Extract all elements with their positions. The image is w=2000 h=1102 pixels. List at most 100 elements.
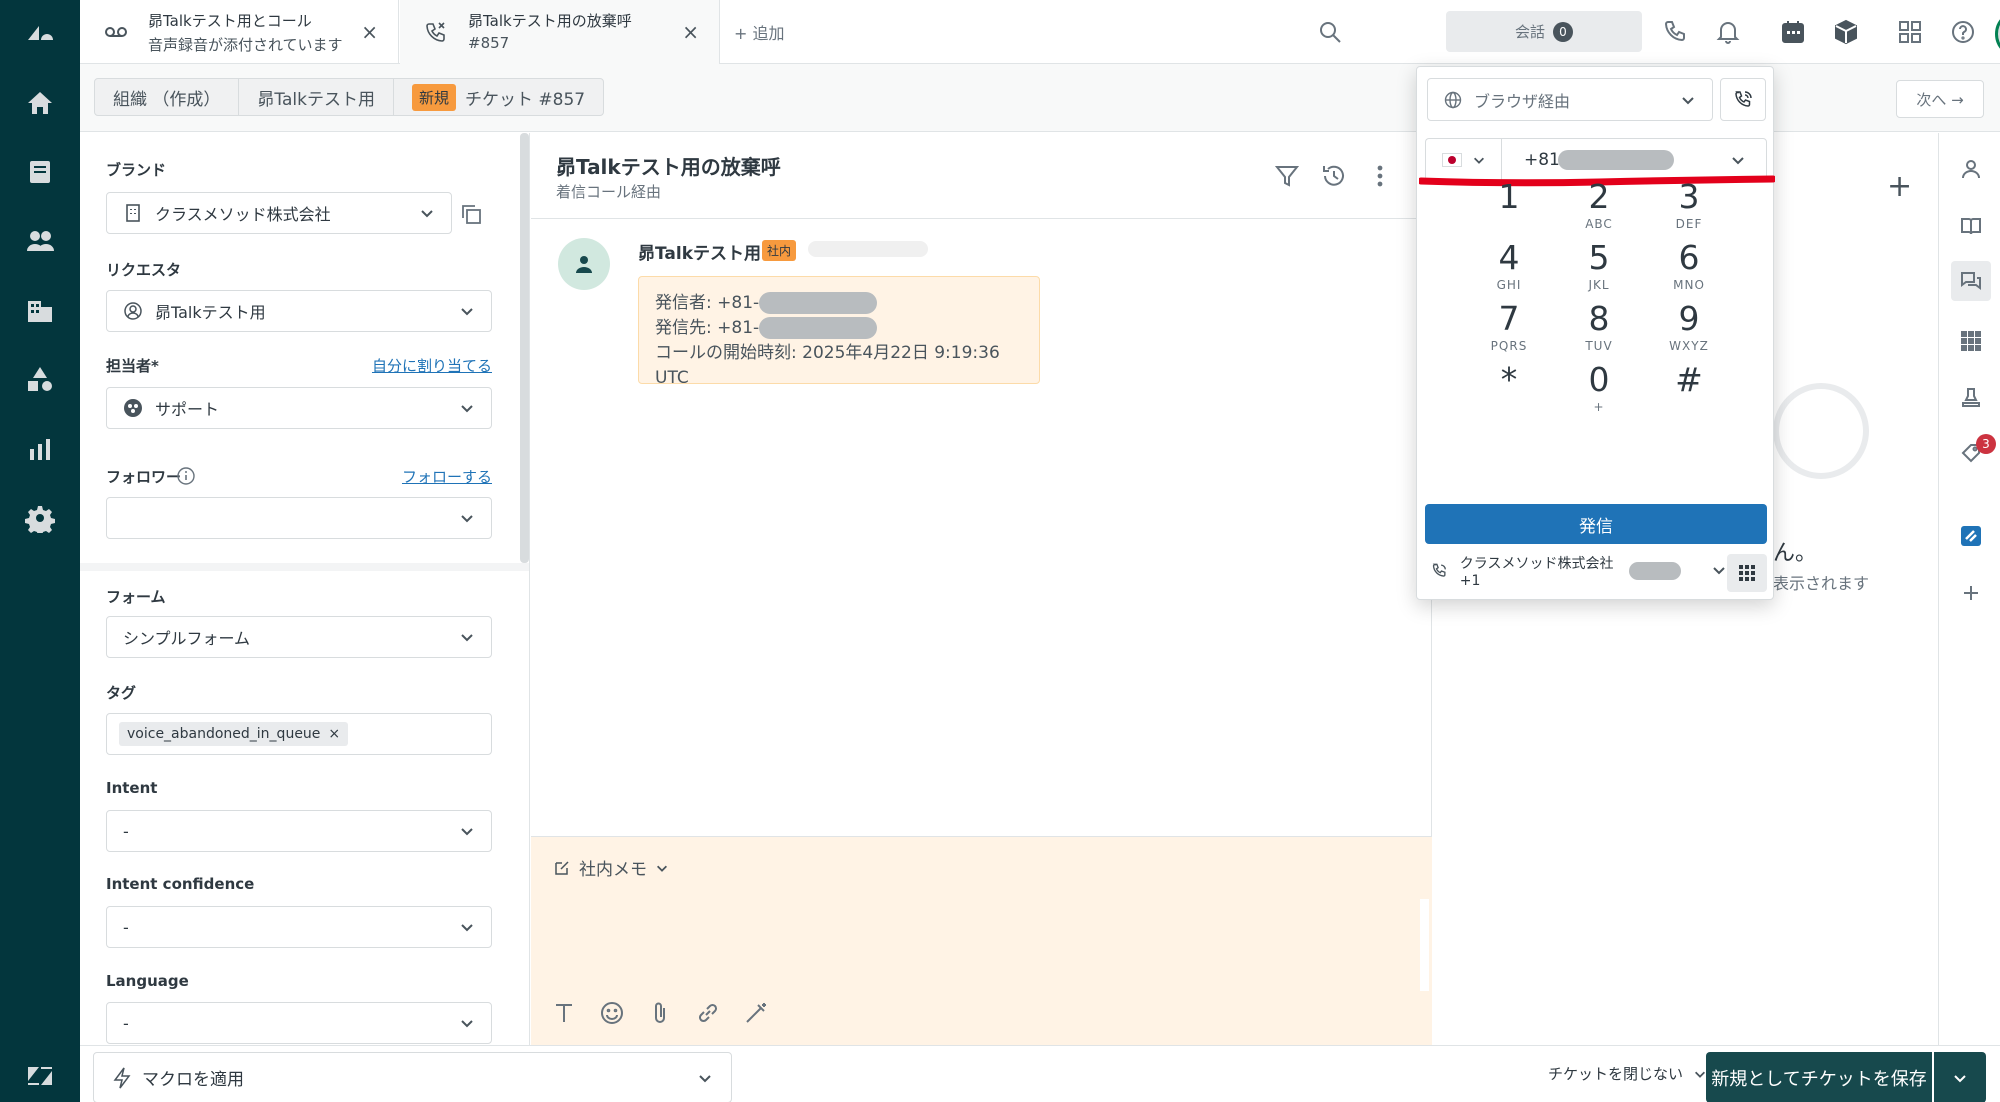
emoji-icon[interactable] bbox=[599, 1000, 625, 1026]
language-label: Language bbox=[106, 972, 189, 990]
reporting-icon[interactable] bbox=[20, 429, 60, 469]
brand-select[interactable]: クラスメソッド株式会社 bbox=[106, 192, 452, 234]
search-icon[interactable] bbox=[1315, 17, 1345, 47]
tab-ticket-857[interactable]: 昴Talkテスト用の放棄呼 #857 × bbox=[400, 0, 720, 64]
conversations-app-icon[interactable] bbox=[1951, 261, 1991, 301]
redacted-number bbox=[1628, 562, 1681, 580]
calendar-app-icon[interactable] bbox=[1778, 17, 1808, 47]
more-options-icon[interactable] bbox=[1367, 163, 1393, 189]
empty-state-text: ん。 bbox=[1773, 541, 1818, 566]
admin-gear-icon[interactable] bbox=[20, 498, 60, 538]
group-icon bbox=[124, 399, 142, 417]
keypad-key[interactable]: 3 DEF bbox=[1639, 177, 1739, 241]
close-tab-icon[interactable]: × bbox=[361, 20, 378, 44]
redacted-number bbox=[759, 292, 878, 314]
close-tab-behavior-select[interactable]: チケットを閉じない bbox=[1548, 1063, 1707, 1084]
box-app-icon[interactable] bbox=[1831, 17, 1861, 47]
history-icon[interactable] bbox=[1321, 163, 1347, 189]
keypad-key[interactable]: 1 bbox=[1459, 177, 1559, 241]
intent-select[interactable]: - bbox=[106, 810, 492, 852]
keypad-key[interactable]: 6 MNO bbox=[1639, 238, 1739, 302]
keypad-key[interactable]: 9 WXYZ bbox=[1639, 299, 1739, 363]
zendesk-footer-logo-icon[interactable] bbox=[20, 1056, 60, 1096]
apply-macro-select[interactable]: マクロを適用 bbox=[93, 1052, 732, 1102]
keypad-digit: 4 bbox=[1498, 238, 1520, 277]
help-icon[interactable] bbox=[1948, 17, 1978, 47]
form-select[interactable]: シンプルフォーム bbox=[106, 616, 492, 658]
save-status-menu-button[interactable] bbox=[1934, 1052, 1986, 1102]
jira-app-icon[interactable] bbox=[1951, 516, 1991, 556]
assignee-select[interactable]: サポート bbox=[106, 387, 492, 429]
notifications-bell-icon[interactable] bbox=[1713, 17, 1743, 47]
breadcrumb-organization[interactable]: 組織 （作成） bbox=[95, 79, 240, 115]
call-via-select[interactable]: ブラウザ経由 bbox=[1427, 78, 1713, 121]
composer-mode-select[interactable]: 社内メモ bbox=[553, 855, 669, 880]
followers-label: フォロワー bbox=[106, 468, 182, 486]
breadcrumb-requester[interactable]: 昴Talkテスト用 bbox=[239, 79, 394, 115]
keypad-key[interactable]: 7 PQRS bbox=[1459, 299, 1559, 363]
copy-icon[interactable] bbox=[459, 202, 483, 226]
customers-icon[interactable] bbox=[20, 221, 60, 261]
add-app-icon[interactable] bbox=[1951, 573, 1991, 613]
requester-select[interactable]: 昴Talkテスト用 bbox=[106, 290, 492, 332]
views-icon[interactable] bbox=[20, 152, 60, 192]
internal-note-composer[interactable]: 社内メモ bbox=[531, 836, 1432, 1045]
chevron-down-icon bbox=[1474, 157, 1484, 164]
text-format-icon[interactable] bbox=[551, 1000, 577, 1026]
internal-note-message: 発信者: +81- 発信先: +81- コールの開始時刻: 2025年4月22日… bbox=[638, 276, 1040, 388]
info-icon[interactable] bbox=[176, 466, 196, 486]
conversations-button[interactable]: 会話 0 bbox=[1446, 11, 1642, 52]
breadcrumb-ticket[interactable]: 新規 チケット #857 bbox=[394, 79, 603, 115]
zendesk-logo-icon[interactable] bbox=[20, 13, 60, 53]
chevron-down-icon bbox=[461, 515, 473, 523]
keypad-key[interactable]: 0 + bbox=[1549, 360, 1649, 424]
chevron-down-icon[interactable] bbox=[1711, 562, 1727, 578]
assign-to-me-link[interactable]: 自分に割り当てる bbox=[372, 355, 492, 376]
apps-grid-icon[interactable] bbox=[1951, 321, 1991, 361]
properties-scrollbar[interactable] bbox=[520, 133, 529, 563]
keypad-digit: * bbox=[1500, 360, 1518, 399]
link-icon[interactable] bbox=[695, 1000, 721, 1026]
phone-icon[interactable] bbox=[1660, 17, 1690, 47]
message-line-start-time: コールの開始時刻: 2025年4月22日 9:19:36 UTC bbox=[655, 343, 1000, 388]
call-settings-button[interactable] bbox=[1720, 78, 1766, 121]
organizations-icon[interactable] bbox=[20, 290, 60, 330]
followers-select[interactable] bbox=[106, 497, 492, 539]
language-select[interactable]: - bbox=[106, 1002, 492, 1044]
home-icon[interactable] bbox=[20, 83, 60, 123]
remove-tag-icon[interactable]: × bbox=[328, 726, 340, 742]
keypad-toggle-button[interactable] bbox=[1727, 554, 1767, 592]
keypad-key[interactable]: * bbox=[1459, 360, 1559, 424]
keypad-key[interactable]: # bbox=[1639, 360, 1739, 424]
keypad-key[interactable]: 8 TUV bbox=[1549, 299, 1649, 363]
dialer-popup: ブラウザ経由 +81 発信 クラスメソッド株式会社 +1 1 2 ABC 3 DEF 4 G… bbox=[1416, 66, 1775, 600]
dial-button[interactable]: 発信 bbox=[1425, 504, 1767, 544]
ai-assist-icon[interactable] bbox=[743, 1000, 769, 1026]
product-tray-icon[interactable] bbox=[1895, 17, 1925, 47]
outbound-number-select[interactable]: クラスメソッド株式会社 +1 bbox=[1431, 556, 1681, 589]
filter-icon[interactable] bbox=[1274, 163, 1300, 189]
tab-call-recording[interactable]: 昴Talkテスト用とコール 音声録音が添付されています × bbox=[80, 0, 399, 64]
keypad-digit: 1 bbox=[1498, 177, 1520, 216]
author-avatar[interactable] bbox=[558, 238, 610, 290]
add-tab-button[interactable]: + 追加 bbox=[734, 20, 785, 44]
message-author[interactable]: 昴Talkテスト用 bbox=[638, 239, 761, 264]
keypad-key[interactable]: 2 ABC bbox=[1549, 177, 1649, 241]
user-profile-icon[interactable] bbox=[1951, 149, 1991, 189]
objects-icon[interactable] bbox=[20, 359, 60, 399]
next-ticket-button[interactable]: 次へ → bbox=[1896, 80, 1984, 118]
stamp-icon[interactable] bbox=[1951, 378, 1991, 418]
tags-field[interactable]: voice_abandoned_in_queue × bbox=[106, 713, 492, 755]
user-avatar[interactable] bbox=[1995, 10, 2000, 58]
keypad-key[interactable]: 5 JKL bbox=[1549, 238, 1649, 302]
knowledge-book-icon[interactable] bbox=[1951, 206, 1991, 246]
add-context-icon[interactable]: + bbox=[1887, 169, 1912, 204]
attachment-icon[interactable] bbox=[647, 1000, 673, 1026]
intent-confidence-select[interactable]: - bbox=[106, 906, 492, 948]
edit-note-icon bbox=[555, 860, 569, 875]
save-ticket-button[interactable]: 新規としてチケットを保存 bbox=[1706, 1052, 1932, 1102]
close-tab-icon[interactable]: × bbox=[682, 20, 699, 44]
keypad-digit: 5 bbox=[1588, 238, 1610, 277]
follow-link[interactable]: フォローする bbox=[402, 466, 492, 487]
keypad-key[interactable]: 4 GHI bbox=[1459, 238, 1559, 302]
